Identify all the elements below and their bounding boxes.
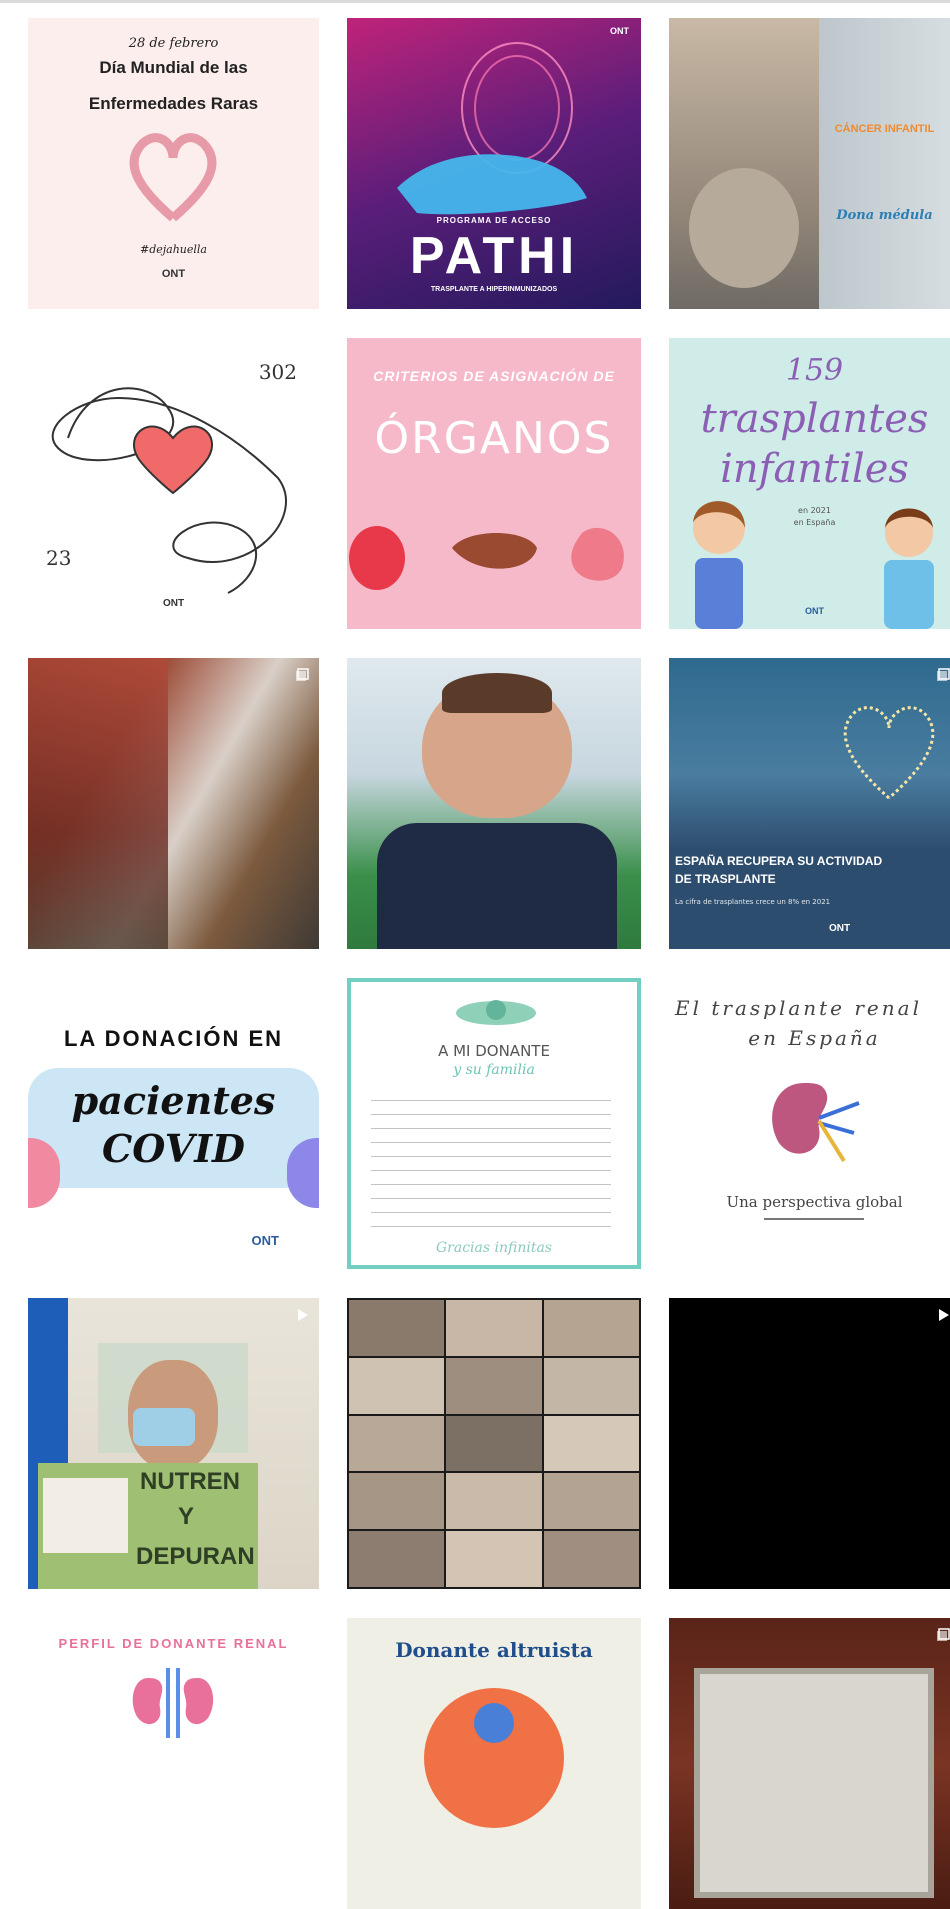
- carousel-icon: [937, 1628, 950, 1641]
- ont-logo: ONT: [162, 598, 185, 609]
- letter-text-body: [371, 1092, 611, 1232]
- post-text-line3: La cifra de trasplantes crece un 8% en 2…: [675, 898, 831, 906]
- profile-posts-grid: 28 de febrero Día Mundial de las Enferme…: [28, 18, 950, 1909]
- post-text-line1: CRITERIOS DE ASIGNACIÓN DE: [373, 368, 615, 384]
- doctor-cartoon: [474, 1703, 514, 1743]
- post-tile[interactable]: NUTREN Y DEPURAN: [28, 1298, 319, 1589]
- post-number-top: 302: [258, 360, 297, 384]
- post-tile[interactable]: ESPAÑA RECUPERA SU ACTIVIDAD DE TRASPLAN…: [669, 658, 950, 949]
- post-text-line3: Una perspectiva global: [726, 1193, 903, 1211]
- post-text-line3: Gracias infinitas: [435, 1240, 552, 1256]
- underline-divider: [764, 1218, 864, 1220]
- post-subtitle: PROGRAMA DE ACCESO: [436, 216, 552, 225]
- liver-drawing: [43, 1478, 128, 1553]
- face-mask: [133, 1408, 195, 1446]
- kidney-illustration: [772, 1083, 860, 1163]
- player-hair: [442, 673, 552, 713]
- post-hashtag: #dejahuella: [139, 243, 207, 256]
- post-tile[interactable]: Donante altruista: [347, 1618, 641, 1909]
- carousel-icon: [937, 668, 950, 681]
- video-still-photo: [28, 658, 168, 949]
- framed-certificate-photo: [694, 1668, 934, 1898]
- post-tile[interactable]: 28 de febrero Día Mundial de las Enferme…: [28, 18, 319, 309]
- video-call-collage: [347, 1298, 641, 1589]
- post-tile[interactable]: LA DONACIÓN EN pacientes COVID ONT: [28, 978, 319, 1269]
- post-text-line1: LA DONACIÓN EN: [63, 1026, 284, 1051]
- post-text-line1: CÁNCER INFANTIL: [834, 123, 935, 135]
- post-text-line1: Donante altruista: [395, 1638, 593, 1662]
- kidney-hand-icon: [397, 42, 587, 215]
- post-tile[interactable]: [347, 1298, 641, 1589]
- teddy-bear-photo: [689, 168, 799, 288]
- ont-logo: ONT: [161, 268, 186, 280]
- post-text-line2: infantiles: [720, 446, 909, 492]
- post-tile[interactable]: 302 23 ONT: [28, 338, 319, 629]
- post-text-line1: ESPAÑA RECUPERA SU ACTIVIDAD: [675, 854, 883, 868]
- organs-cartoon: [349, 526, 624, 590]
- post-text-line1: El trasplante renal: [675, 996, 922, 1020]
- post-title-line2: Enfermedades Raras: [88, 94, 259, 113]
- post-text-line2: DE TRASPLANTE: [675, 872, 776, 886]
- succulent-icon: [456, 1000, 536, 1025]
- post-text-line2: y su familia: [453, 1062, 535, 1078]
- ont-logo: ONT: [829, 923, 851, 934]
- ribbon-heart-icon: [129, 133, 217, 222]
- ont-logo: ONT: [805, 606, 824, 616]
- post-text-line1: A MI DONANTE: [438, 1042, 550, 1060]
- post-text-line3: COVID: [102, 1126, 245, 1171]
- sign-text-line2: Y: [178, 1503, 195, 1530]
- carousel-icon: [296, 668, 309, 681]
- kidneys-icon: [132, 1668, 214, 1738]
- ont-logo: ONT: [610, 26, 629, 36]
- post-tile[interactable]: ONT PROGRAMA DE ACCESO PATHI TRASPLANTE …: [347, 18, 641, 309]
- post-tile[interactable]: [669, 1298, 950, 1589]
- post-text-line2: ÓRGANOS: [374, 413, 614, 464]
- post-text-line2: Dona médula: [836, 208, 933, 223]
- post-tile[interactable]: CRITERIOS DE ASIGNACIÓN DE ÓRGANOS: [347, 338, 641, 629]
- top-divider: [0, 0, 950, 3]
- post-date: 28 de febrero: [128, 36, 219, 51]
- post-text-line2: en España: [748, 1026, 881, 1050]
- light-heart-icon: [843, 706, 935, 800]
- ont-logo: ONT: [251, 1233, 279, 1248]
- post-title: PATHI: [409, 227, 579, 285]
- post-tile[interactable]: [669, 1618, 950, 1909]
- post-text-line1: trasplantes: [700, 396, 929, 442]
- video-icon: [939, 1309, 949, 1321]
- video-icon: [298, 1309, 308, 1321]
- post-number: 159: [785, 353, 844, 388]
- post-tile[interactable]: PERFIL DE DONANTE RENAL: [28, 1618, 319, 1909]
- post-text-line2: pacientes: [71, 1078, 276, 1123]
- post-tile[interactable]: [347, 658, 641, 949]
- post-tile[interactable]: [28, 658, 319, 949]
- sign-text-line3: DEPURAN: [136, 1543, 255, 1570]
- sign-text-line1: NUTREN: [140, 1468, 240, 1495]
- post-caption: TRASPLANTE A HIPERINMUNIZADOS: [430, 286, 558, 293]
- post-tile[interactable]: CÁNCER INFANTIL Dona médula: [669, 18, 950, 309]
- post-text-line1: PERFIL DE DONANTE RENAL: [58, 1636, 289, 1651]
- post-number-bottom: 23: [46, 546, 72, 570]
- post-title-line1: Día Mundial de las: [99, 58, 248, 77]
- post-tile[interactable]: 159 trasplantes infantiles en 2021 en Es…: [669, 338, 950, 629]
- player-shirt: [377, 823, 617, 949]
- post-tile[interactable]: A MI DONANTE y su familia Gracias infini…: [347, 978, 641, 1269]
- post-tile[interactable]: El trasplante renal en España Una perspe…: [669, 978, 950, 1269]
